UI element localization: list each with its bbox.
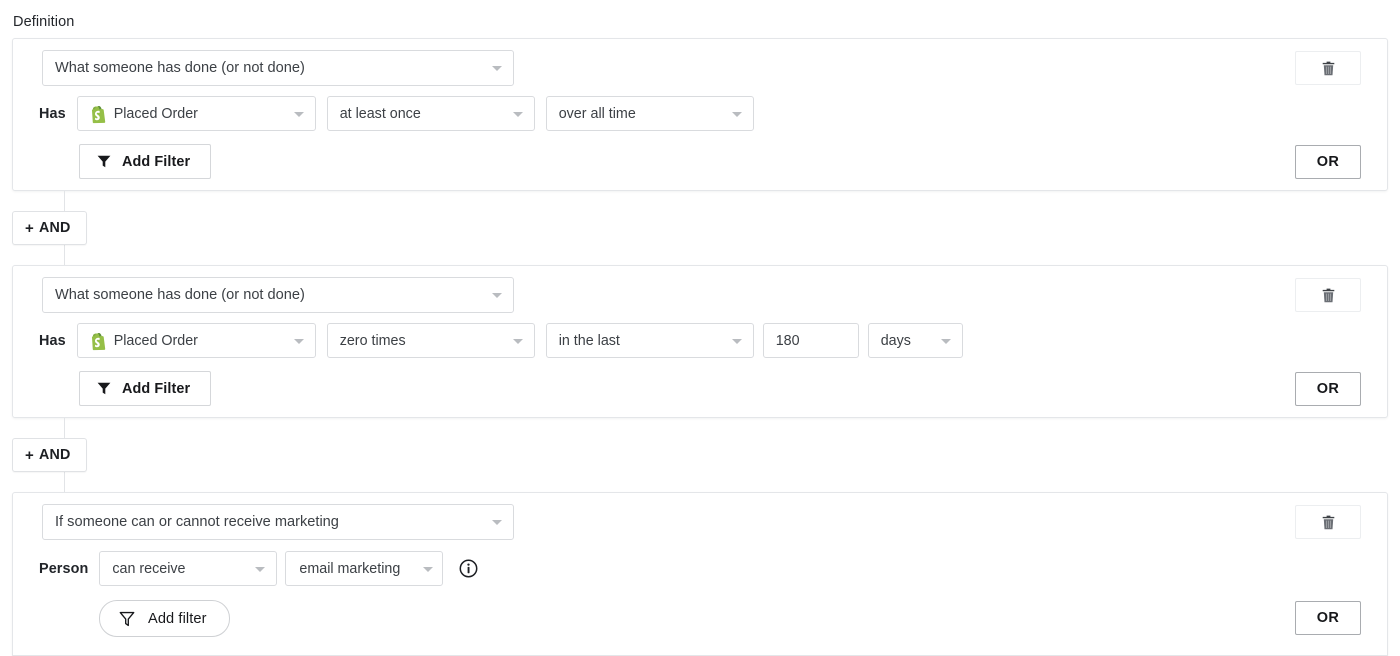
group-3-or-label: OR [1317, 610, 1340, 626]
group-2-unit-select[interactable]: days [868, 323, 963, 358]
shopify-bag-icon [89, 332, 107, 351]
chevron-down-icon [732, 112, 742, 117]
group-1-delete-button[interactable] [1295, 51, 1361, 85]
condition-group-2: What someone has done (or not done) Has … [12, 265, 1388, 418]
group-1-or-button[interactable]: OR [1295, 145, 1361, 179]
trash-icon [1322, 288, 1335, 303]
segment-definition-builder: Definition What someone has done (or not… [0, 0, 1400, 656]
shopify-bag-icon [89, 105, 107, 124]
group-1-type-select-value: What someone has done (or not done) [55, 60, 305, 76]
group-3-add-filter-button[interactable]: Add filter [99, 600, 230, 637]
plus-icon: + [25, 221, 34, 236]
group-2-condition-row: Has Placed Order zero times in the last [39, 323, 963, 358]
chevron-down-icon [492, 293, 502, 298]
trash-icon [1322, 61, 1335, 76]
group-1-frequency-value: at least once [340, 106, 421, 122]
group-3-add-filter-label: Add filter [148, 611, 207, 627]
and-label-1: AND [39, 220, 71, 236]
and-label-2: AND [39, 447, 71, 463]
add-and-group-button-2[interactable]: + AND [12, 438, 87, 472]
chevron-down-icon [492, 66, 502, 71]
group-2-frequency-value: zero times [340, 333, 406, 349]
group-2-timeframe-value: in the last [559, 333, 620, 349]
group-3-condition-row: Person can receive email marketing [39, 551, 478, 586]
group-2-add-filter-button[interactable]: Add Filter [79, 371, 211, 406]
group-1-timeframe-select[interactable]: over all time [546, 96, 754, 131]
group-3-channel-value: email marketing [299, 561, 400, 577]
group-3-lead-label: Person [39, 561, 88, 577]
group-2-delete-button[interactable] [1295, 278, 1361, 312]
group-2-add-filter-row: Add Filter [79, 371, 211, 406]
condition-group-3: If someone can or cannot receive marketi… [12, 492, 1388, 656]
chevron-down-icon [492, 520, 502, 525]
group-3-type-row: If someone can or cannot receive marketi… [42, 504, 514, 540]
filter-funnel-solid-icon [97, 155, 111, 168]
group-2-frequency-select[interactable]: zero times [327, 323, 535, 358]
group-1-lead-label: Has [39, 106, 66, 122]
group-1-condition-row: Has Placed Order at least once over all … [39, 96, 754, 131]
group-2-unit-value: days [881, 333, 911, 349]
and-connector-1: + AND [12, 191, 212, 265]
chevron-down-icon [294, 112, 304, 117]
group-2-type-row: What someone has done (or not done) [42, 277, 514, 313]
and-connector-2: + AND [12, 418, 212, 492]
group-2-amount-input[interactable] [763, 323, 859, 358]
chevron-down-icon [513, 112, 523, 117]
group-2-timeframe-select[interactable]: in the last [546, 323, 754, 358]
group-2-metric-select[interactable]: Placed Order [77, 323, 316, 358]
filter-funnel-solid-icon [97, 382, 111, 395]
group-2-or-button[interactable]: OR [1295, 372, 1361, 406]
chevron-down-icon [941, 339, 951, 344]
group-2-lead-label: Has [39, 333, 66, 349]
trash-icon [1322, 515, 1335, 530]
group-1-type-select[interactable]: What someone has done (or not done) [42, 50, 514, 86]
group-1-or-label: OR [1317, 154, 1340, 170]
info-circle-icon[interactable] [459, 559, 478, 578]
group-1-metric-value: Placed Order [114, 106, 198, 122]
group-3-add-filter-row: Add filter [99, 600, 230, 637]
group-3-delete-button[interactable] [1295, 505, 1361, 539]
group-2-metric-value: Placed Order [114, 333, 198, 349]
filter-funnel-outline-icon [119, 611, 135, 627]
group-1-type-row: What someone has done (or not done) [42, 50, 514, 86]
chevron-down-icon [255, 567, 265, 572]
group-1-add-filter-label: Add Filter [122, 154, 190, 170]
group-1-timeframe-value: over all time [559, 106, 636, 122]
group-2-or-label: OR [1317, 381, 1340, 397]
add-and-group-button-1[interactable]: + AND [12, 211, 87, 245]
chevron-down-icon [513, 339, 523, 344]
condition-group-1: What someone has done (or not done) Has … [12, 38, 1388, 191]
group-2-type-select[interactable]: What someone has done (or not done) [42, 277, 514, 313]
group-2-add-filter-label: Add Filter [122, 381, 190, 397]
group-3-type-select[interactable]: If someone can or cannot receive marketi… [42, 504, 514, 540]
plus-icon: + [25, 448, 34, 463]
group-1-metric-select[interactable]: Placed Order [77, 96, 316, 131]
group-3-type-select-value: If someone can or cannot receive marketi… [55, 514, 339, 530]
chevron-down-icon [423, 567, 433, 572]
group-3-permission-select[interactable]: can receive [99, 551, 277, 586]
group-1-add-filter-button[interactable]: Add Filter [79, 144, 211, 179]
group-1-add-filter-row: Add Filter [79, 144, 211, 179]
group-3-or-button[interactable]: OR [1295, 601, 1361, 635]
group-3-permission-value: can receive [112, 561, 185, 577]
group-3-channel-select[interactable]: email marketing [285, 551, 443, 586]
chevron-down-icon [294, 339, 304, 344]
page-title: Definition [13, 14, 74, 30]
group-2-type-select-value: What someone has done (or not done) [55, 287, 305, 303]
group-1-frequency-select[interactable]: at least once [327, 96, 535, 131]
chevron-down-icon [732, 339, 742, 344]
